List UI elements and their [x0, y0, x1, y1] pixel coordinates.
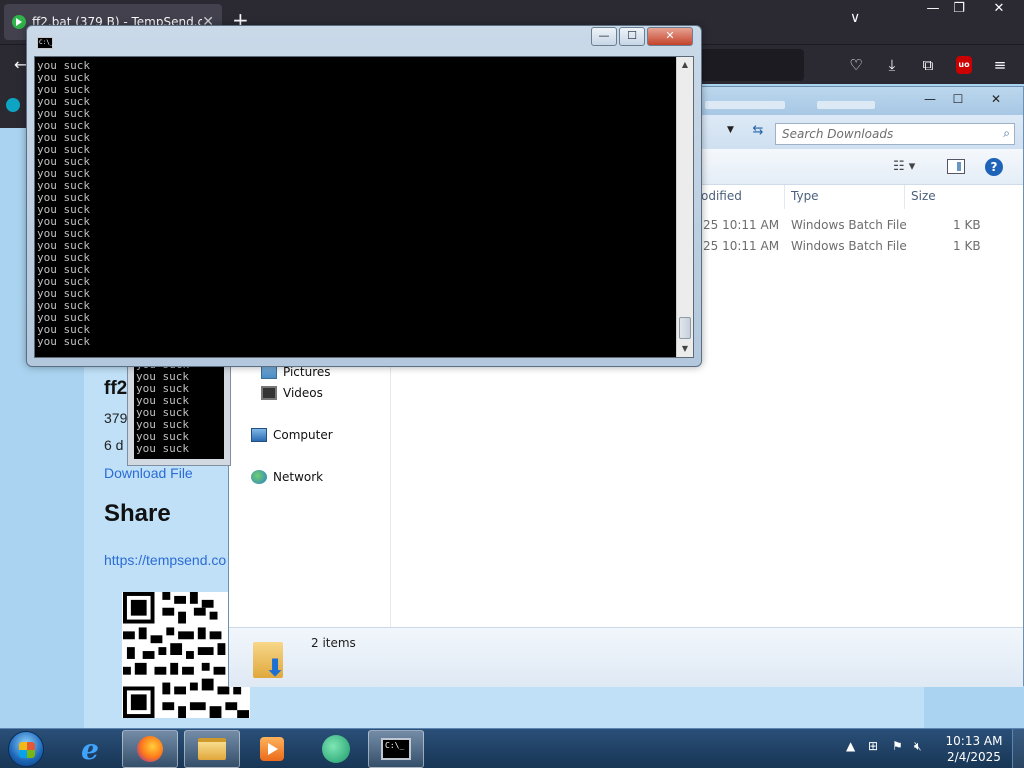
folder-icon [198, 738, 226, 760]
clock-time: 10:13 AM [945, 734, 1003, 748]
file-size: 1 KB [953, 239, 981, 253]
item-count: 2 items [311, 636, 356, 650]
explorer-minimize-button[interactable]: — [915, 91, 945, 109]
nav-item-videos[interactable]: Videos [261, 386, 323, 400]
system-clock[interactable]: 10:13 AM 2/4/2025 [942, 733, 1006, 765]
file-size: 1 KB [953, 218, 981, 232]
file-modified: 25 10:11 AM [703, 218, 780, 232]
taskbar-media-player[interactable] [244, 730, 300, 768]
nav-item-network[interactable]: Network [251, 470, 323, 484]
show-hidden-icons-button[interactable]: ▲ [846, 739, 855, 753]
cmd-output-text: you suck you suck you suck you suck you … [37, 59, 90, 348]
pictures-icon [261, 365, 277, 379]
nav-item-label: Pictures [283, 365, 331, 379]
share-url-link[interactable]: https://tempsend.co [104, 552, 226, 568]
taskbar-firefox[interactable] [122, 730, 178, 768]
cmd-window[interactable]: C:\_ — ☐ ✕ you suck you suck you suck yo… [26, 25, 702, 367]
download-file-link[interactable]: Download File [104, 465, 193, 481]
cmd-icon[interactable]: C:\_ [37, 37, 53, 49]
explorer-maximize-button[interactable]: ☐ [943, 91, 973, 109]
taskbar-windows-explorer[interactable] [184, 730, 240, 768]
volume-muted-icon[interactable]: 🔇︎ [914, 739, 922, 754]
search-placeholder: Search Downloads [782, 127, 894, 141]
share-heading: Share [104, 500, 171, 527]
file-row[interactable]: 25 10:11 AM Windows Batch File 1 KB [699, 236, 1009, 256]
ublock-origin-icon[interactable]: uo [956, 56, 972, 74]
downloads-icon[interactable]: ⤓ [882, 55, 902, 75]
hamburger-menu-icon[interactable]: ≡ [990, 55, 1010, 75]
tempsend-favicon-icon [12, 15, 26, 29]
browser-restore-button[interactable]: ❐ [942, 0, 976, 20]
taskbar-cmd[interactable]: C:\_ [368, 730, 424, 768]
file-size-text: 379 [104, 410, 128, 426]
column-header-date-modified[interactable]: odified [695, 185, 785, 209]
file-row[interactable]: 25 10:11 AM Windows Batch File 1 KB [699, 215, 1009, 235]
explorer-details-pane: ⬇ 2 items [229, 627, 1023, 687]
cmd-minimize-button[interactable]: — [591, 27, 617, 46]
downloads-folder-icon: ⬇ [253, 634, 287, 682]
extensions-icon[interactable]: ⧉ [918, 55, 938, 75]
change-view-icon[interactable]: ☷ ▾ [893, 159, 915, 174]
pocket-icon[interactable]: ♡ [846, 55, 866, 75]
background-cmd-window[interactable]: you suck you suck you suck you suck you … [127, 350, 231, 466]
windows-logo-icon [19, 742, 35, 758]
cmd-taskbar-icon: C:\_ [381, 738, 411, 760]
background-cmd-output: you suck you suck you suck you suck you … [134, 359, 224, 459]
cmd-close-button[interactable]: ✕ [647, 27, 693, 46]
taskbar-internet-explorer[interactable]: e [62, 730, 118, 768]
videos-icon [261, 386, 277, 400]
nav-item-label: Videos [283, 386, 323, 400]
column-header-type[interactable]: Type [785, 185, 905, 209]
preview-pane-icon[interactable] [947, 159, 965, 174]
nav-item-pictures[interactable]: Pictures [261, 365, 331, 379]
explorer-close-button[interactable]: ✕ [981, 91, 1011, 109]
help-icon[interactable]: ? [985, 158, 1003, 176]
blurred-breadcrumb [817, 101, 875, 109]
show-desktop-button[interactable] [1012, 729, 1024, 768]
scroll-up-arrow-icon[interactable]: ▲ [677, 57, 693, 73]
internet-explorer-icon: e [81, 732, 99, 766]
column-header-size[interactable]: Size [905, 185, 985, 209]
cmd-scrollbar[interactable]: ▲ ▼ [676, 57, 693, 357]
file-type: Windows Batch File [791, 239, 907, 253]
action-center-flag-icon[interactable]: ⚑ [892, 739, 903, 753]
sidebar-extension-icon[interactable] [6, 98, 20, 112]
search-input[interactable]: Search Downloads ⌕ [775, 123, 1015, 145]
clock-date: 2/4/2025 [947, 750, 1001, 764]
computer-icon [251, 428, 267, 442]
url-bar[interactable] [700, 49, 804, 81]
browser-sidebar [0, 84, 26, 128]
file-modified: 25 10:11 AM [703, 239, 780, 253]
network-tray-icon[interactable]: ⊞ [868, 739, 878, 753]
start-button[interactable] [8, 731, 44, 767]
refresh-icon[interactable]: ⇆ [747, 123, 769, 143]
network-icon [251, 470, 267, 484]
firefox-icon [137, 736, 163, 762]
address-dropdown-icon[interactable]: ▼ [727, 125, 734, 135]
cmd-console[interactable]: you suck you suck you suck you suck you … [34, 56, 694, 358]
background-cmd-text: you suck you suck you suck you suck you … [136, 359, 189, 455]
tab-list-chevron-icon[interactable]: ∨ [850, 10, 860, 26]
file-expiry-text: 6 d [104, 437, 124, 453]
media-player-icon [260, 737, 284, 761]
blurred-breadcrumb [705, 101, 785, 109]
file-name-heading: ff2 [104, 378, 128, 399]
taskbar: e C:\_ ▲ ⊞ ⚑ 🔇︎ 10:13 AM 2/4/2025 [0, 728, 1024, 768]
nav-item-computer[interactable]: Computer [251, 428, 333, 442]
cmd-maximize-button[interactable]: ☐ [619, 27, 645, 46]
nav-item-label: Computer [273, 428, 333, 442]
file-type: Windows Batch File [791, 218, 907, 232]
search-icon: ⌕ [1003, 126, 1010, 140]
scroll-down-arrow-icon[interactable]: ▼ [677, 341, 693, 357]
scroll-thumb[interactable] [679, 317, 691, 339]
taskbar-app[interactable] [308, 730, 364, 768]
nav-item-label: Network [273, 470, 324, 484]
browser-close-button[interactable]: ✕ [982, 0, 1016, 20]
app-icon [322, 735, 350, 763]
